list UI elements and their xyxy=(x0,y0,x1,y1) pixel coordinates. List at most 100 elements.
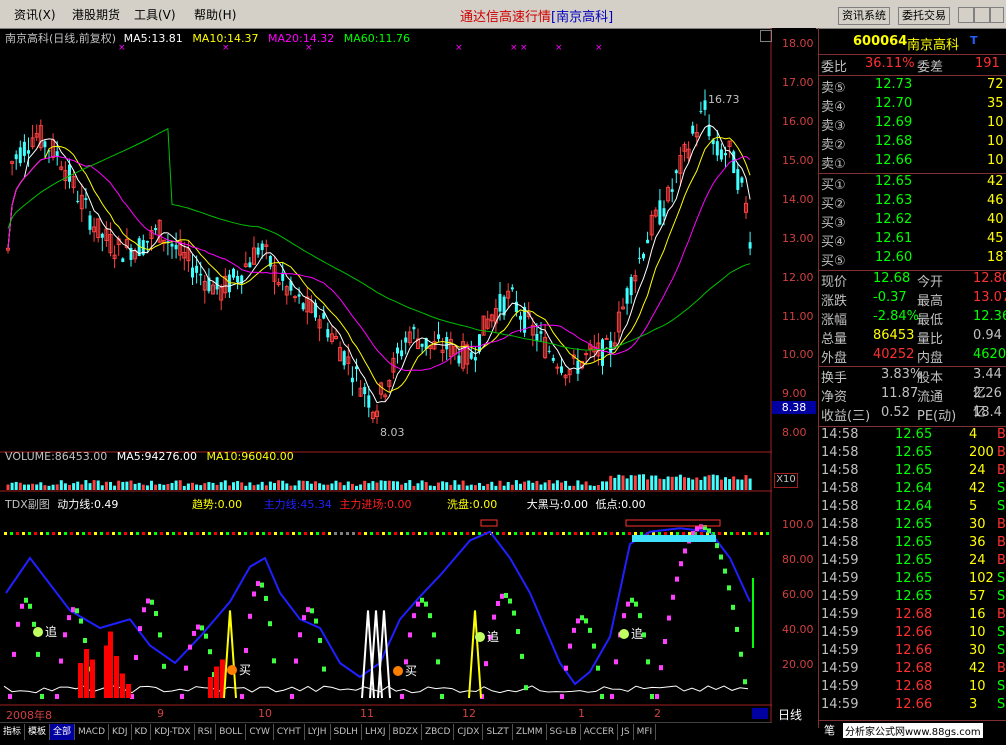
volume-bar xyxy=(453,480,457,490)
volume-bar xyxy=(318,483,322,490)
indicator-tab[interactable]: CJDX xyxy=(454,724,484,740)
panel-row: 收益(三) 0.52 PE(动) 18.4 xyxy=(819,405,1006,424)
volume-bar xyxy=(129,480,133,490)
menu-hk-futures[interactable]: 港股期货 xyxy=(72,6,120,23)
tick-price: 12.68 xyxy=(895,679,933,694)
indicator-tab[interactable]: BOLL xyxy=(216,724,247,740)
panel-row: 涨跌 -0.37 最高 13.07 xyxy=(819,290,1006,309)
sub-marker-label: 追 xyxy=(631,626,643,641)
high-price-label: 16.73 xyxy=(708,93,740,106)
trade-button[interactable]: 委托交易 xyxy=(898,7,950,25)
volume-bar xyxy=(506,481,510,490)
threshold-dot xyxy=(40,532,43,535)
menu-tools[interactable]: 工具(V) xyxy=(134,6,176,23)
tick-time: 14:59 xyxy=(821,589,859,604)
minimize-icon[interactable] xyxy=(958,7,974,23)
scroll-indicator[interactable] xyxy=(752,708,768,719)
trend-block xyxy=(715,543,719,549)
chart-expand-icon[interactable] xyxy=(760,30,772,42)
trend-block xyxy=(8,694,12,699)
menu-help[interactable]: 帮助(H) xyxy=(194,6,236,23)
threshold-dot xyxy=(502,532,505,535)
price-tick: 12.00 xyxy=(782,271,814,284)
indicator-tab[interactable]: BDZX xyxy=(390,724,422,740)
candle-body xyxy=(363,386,367,395)
side-tab-daily[interactable]: 日线 xyxy=(778,706,802,723)
candle-body xyxy=(84,198,88,200)
menu-news[interactable]: 资讯(X) xyxy=(14,6,56,23)
panel-row: 卖④ 12.70 35 xyxy=(819,96,1006,115)
threshold-dot xyxy=(262,532,265,535)
tick-volume: 10 xyxy=(969,679,986,694)
ask-label: 卖⑤ xyxy=(821,81,846,96)
volume-bar xyxy=(203,483,207,490)
volume-bar xyxy=(678,474,682,490)
indicator-tab[interactable]: MACD xyxy=(75,724,110,740)
news-system-button[interactable]: 资讯系统 xyxy=(838,7,890,25)
indicator-tab[interactable]: 指标 xyxy=(0,724,26,740)
volume-bar xyxy=(170,482,174,490)
indicator-tab[interactable]: KD xyxy=(132,724,152,740)
tick-side: B xyxy=(997,661,1006,676)
chart-legend: 南京高科(日线,前复权) MA5:13.81 MA10:14.37 MA20:1… xyxy=(5,30,410,46)
threshold-dot xyxy=(634,532,637,535)
candle-body xyxy=(519,315,522,320)
panel-row: 买③ 12.62 40 xyxy=(819,212,1006,231)
indicator-tab[interactable]: ACCER xyxy=(581,724,619,740)
close-icon[interactable] xyxy=(990,7,1004,23)
indicator-tab[interactable]: SDLH xyxy=(331,724,362,740)
stat-value: 0.94 xyxy=(973,328,1002,343)
volume-bar xyxy=(346,481,350,490)
trend-block xyxy=(416,601,420,607)
volume-bar xyxy=(596,484,600,490)
tick-tab[interactable]: 笔 xyxy=(824,722,835,738)
indicator-tab[interactable]: ZLMM xyxy=(513,724,547,740)
kline-chart[interactable]: × × × × × × × × 追买 买 追 追 xyxy=(0,28,772,734)
panel-row: 卖① 12.66 10 xyxy=(819,153,1006,172)
panel-row: 卖③ 12.69 10 xyxy=(819,115,1006,134)
tick-time: 14:59 xyxy=(821,553,859,568)
divider xyxy=(819,75,1006,76)
threshold-dot xyxy=(436,532,439,535)
maximize-icon[interactable] xyxy=(974,7,990,23)
candle-body xyxy=(248,262,252,268)
indicator-tab[interactable]: ZBCD xyxy=(422,724,455,740)
trend-block xyxy=(671,594,675,600)
indicator-tab[interactable]: LYJH xyxy=(305,724,331,740)
indicator-tab[interactable]: CYHT xyxy=(274,724,305,740)
tick-price: 12.65 xyxy=(895,463,933,478)
threshold-dot xyxy=(190,532,193,535)
indicator-tab[interactable]: 模板 xyxy=(25,724,51,740)
volume-bar xyxy=(256,484,260,490)
tick-side: B xyxy=(997,553,1006,568)
threshold-dot xyxy=(52,532,55,535)
bid-label: 买② xyxy=(821,197,846,212)
trend-block xyxy=(592,643,596,649)
volume-bar xyxy=(330,483,334,490)
main-entry-bar xyxy=(84,649,89,698)
tick-time: 14:58 xyxy=(821,445,859,460)
indicator-tab[interactable]: KDJ-TDX xyxy=(151,724,195,740)
indicator-tab[interactable]: KDJ xyxy=(109,724,132,740)
volume-bar xyxy=(379,480,383,490)
power-line-label: 动力线:0.49 xyxy=(57,498,119,511)
indicator-tab[interactable]: LHXJ xyxy=(362,724,390,740)
indicator-tab[interactable]: SG-LB xyxy=(547,724,581,740)
indicator-tab[interactable]: RSI xyxy=(195,724,217,740)
indicator-tab[interactable]: MFI xyxy=(634,724,657,740)
tick-time: 14:58 xyxy=(821,499,859,514)
trend-block xyxy=(731,604,735,610)
indicator-tab[interactable]: SLZT xyxy=(483,724,513,740)
indicator-tab[interactable]: JS xyxy=(618,724,634,740)
threshold-dot xyxy=(604,532,607,535)
tick-volume: 4 xyxy=(969,427,978,442)
indicator-tab[interactable]: CYW xyxy=(246,724,274,740)
threshold-dot xyxy=(232,532,235,535)
weicha-value: 191 xyxy=(975,56,1000,71)
volume-bar xyxy=(424,482,428,490)
threshold-dot xyxy=(352,532,355,535)
trend-block xyxy=(158,632,162,638)
threshold-dot xyxy=(256,532,259,535)
threshold-dot xyxy=(610,532,613,535)
indicator-tab[interactable]: 全部 xyxy=(50,724,76,740)
